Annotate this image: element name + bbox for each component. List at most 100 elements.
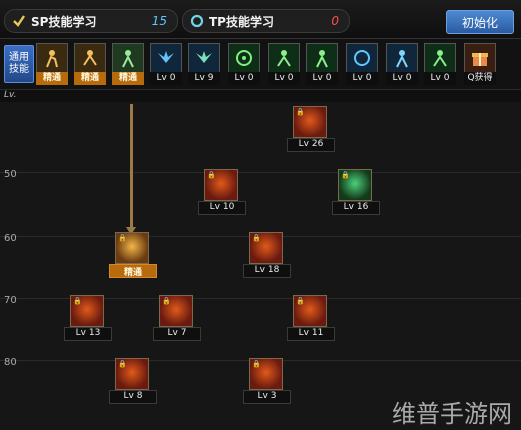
quick-slot-tag: Q获得 xyxy=(464,72,496,85)
quick-slot-1[interactable]: 精通 xyxy=(36,43,68,85)
fire-skill-icon: 🔒 xyxy=(293,295,327,327)
fire-skill-icon: 🔒 xyxy=(115,358,149,390)
level-header-label: Lv. xyxy=(4,90,17,100)
quick-slot-8[interactable]: Lv 0 xyxy=(306,43,338,85)
tp-label: TP技能学习 xyxy=(209,14,274,29)
skill-level: Lv 8 xyxy=(109,390,157,404)
fire-skill-icon: 🔒 xyxy=(249,358,283,390)
reset-button[interactable]: 初始化 xyxy=(446,10,514,34)
quick-slot-tag: Lv 0 xyxy=(228,72,260,85)
skill-level: Lv 26 xyxy=(287,138,335,152)
figure-icon xyxy=(36,43,68,73)
quick-slot-tag: Lv 0 xyxy=(150,72,182,85)
lock-icon: 🔒 xyxy=(118,234,127,242)
fire-skill-icon: 🔒 xyxy=(159,295,193,327)
fire-skill-icon: 🔒 xyxy=(70,295,104,327)
lock-icon: 🔒 xyxy=(162,297,171,305)
fire-skill-icon: 🔒 xyxy=(204,169,238,201)
sp-label: SP技能学习 xyxy=(31,14,97,29)
tp-skill-tab[interactable]: TP技能学习 0 xyxy=(182,9,350,33)
skill-level: Lv 3 xyxy=(243,390,291,404)
skill-level: Lv 11 xyxy=(287,327,335,341)
lock-icon: 🔒 xyxy=(207,171,216,179)
level-row-label: 60 xyxy=(4,233,17,244)
lock-icon: 🔒 xyxy=(296,108,305,116)
skill-level: Lv 13 xyxy=(64,327,112,341)
figure-icon xyxy=(112,43,144,73)
fire-skill-icon: 🔒 xyxy=(249,232,283,264)
level-row-label: 50 xyxy=(4,169,17,180)
level-row-50: 50 xyxy=(0,169,521,180)
figure-icon xyxy=(386,43,418,73)
lock-icon: 🔒 xyxy=(118,360,127,368)
skill-level: Lv 16 xyxy=(332,201,380,215)
skill-node[interactable]: 🔒 Lv 16 xyxy=(332,169,380,215)
quick-slot-tag: Lv 0 xyxy=(424,72,456,85)
sp-skill-tab[interactable]: SP技能学习 15 xyxy=(4,9,178,33)
quick-slot-tag: Lv 0 xyxy=(386,72,418,85)
fire-skill-icon: 🔒 xyxy=(293,106,327,138)
skill-connector-line xyxy=(130,104,133,228)
skill-node[interactable]: 🔒 精通 xyxy=(109,232,157,278)
wings-icon xyxy=(150,43,182,73)
level-row-label: 70 xyxy=(4,295,17,306)
quick-slot-2[interactable]: 精通 xyxy=(74,43,106,85)
ring-icon xyxy=(189,13,205,29)
skill-level: Lv 7 xyxy=(153,327,201,341)
quick-slot-tag: 精通 xyxy=(112,72,144,85)
lock-icon: 🔒 xyxy=(252,234,261,242)
figure-icon xyxy=(306,43,338,73)
wings-icon xyxy=(188,43,220,73)
skill-panel: SP技能学习 15 TP技能学习 0 初始化 通用 技能 精通 精通 精通 Lv… xyxy=(0,0,521,430)
quick-slot-tag: Lv 0 xyxy=(268,72,300,85)
lock-icon: 🔒 xyxy=(252,360,261,368)
common-skills-label: 通用 技能 xyxy=(4,45,34,83)
figure-icon xyxy=(424,43,456,73)
sp-value: 15 xyxy=(151,14,167,28)
figure-icon xyxy=(74,43,106,73)
skill-node[interactable]: 🔒 Lv 11 xyxy=(287,295,335,341)
skill-node[interactable]: 🔒 Lv 3 xyxy=(243,358,291,404)
lock-icon: 🔒 xyxy=(73,297,82,305)
skill-level: Lv 18 xyxy=(243,264,291,278)
tp-value: 0 xyxy=(331,14,339,28)
quick-slot-tag: 精通 xyxy=(36,72,68,85)
watermark: 维普手游网 xyxy=(392,400,512,428)
skill-node[interactable]: 🔒 Lv 8 xyxy=(109,358,157,404)
common-label-line2: 技能 xyxy=(9,64,29,75)
figure-icon xyxy=(268,43,300,73)
skill-node[interactable]: 🔒 Lv 10 xyxy=(198,169,246,215)
lock-icon: 🔒 xyxy=(296,297,305,305)
ring-icon xyxy=(346,43,378,73)
quick-slot-5[interactable]: Lv 9 xyxy=(188,43,220,85)
target-icon xyxy=(228,43,260,73)
skill-node[interactable]: 🔒 Lv 7 xyxy=(153,295,201,341)
level-row-label: 80 xyxy=(4,357,17,368)
gift-icon xyxy=(464,43,496,73)
quick-slot-7[interactable]: Lv 0 xyxy=(268,43,300,85)
quick-slot-4[interactable]: Lv 0 xyxy=(150,43,182,85)
nature-skill-icon: 🔒 xyxy=(338,169,372,201)
quick-slot-6[interactable]: Lv 0 xyxy=(228,43,260,85)
quick-slot-3[interactable]: 精通 xyxy=(112,43,144,85)
common-skills-bar: 通用 技能 精通 精通 精通 Lv 0 Lv 9 Lv 0 Lv 0 Lv 0 … xyxy=(0,39,521,90)
skill-node[interactable]: 🔒 Lv 26 xyxy=(287,106,335,152)
skill-node[interactable]: 🔒 Lv 18 xyxy=(243,232,291,278)
skill-node[interactable]: 🔒 Lv 13 xyxy=(64,295,112,341)
skill-level: Lv 10 xyxy=(198,201,246,215)
quick-slot-11[interactable]: Lv 0 xyxy=(424,43,456,85)
quick-slot-tag: Lv 9 xyxy=(188,72,220,85)
master-skill-icon: 🔒 xyxy=(115,232,149,264)
level-header: Lv. xyxy=(0,90,521,102)
quick-slot-tag: Lv 0 xyxy=(346,72,378,85)
quick-slot-tag: 精通 xyxy=(74,72,106,85)
top-bar: SP技能学习 15 TP技能学习 0 初始化 xyxy=(0,0,521,39)
common-label-line1: 通用 xyxy=(9,52,29,63)
quick-slot-9[interactable]: Lv 0 xyxy=(346,43,378,85)
lock-icon: 🔒 xyxy=(341,171,350,179)
quick-slot-12[interactable]: Q获得 xyxy=(464,43,496,85)
check-icon xyxy=(11,13,27,29)
quick-slot-tag: Lv 0 xyxy=(306,72,338,85)
quick-slot-10[interactable]: Lv 0 xyxy=(386,43,418,85)
skill-level: 精通 xyxy=(109,264,157,278)
